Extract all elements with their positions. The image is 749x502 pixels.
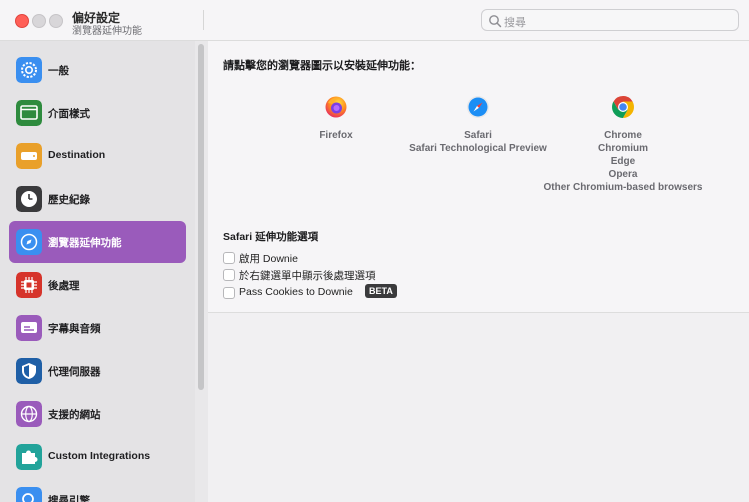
sidebar-item-label: 一般 (48, 65, 69, 77)
preferences-window: 偏好設定 瀏覽器延伸功能 搜尋 一般 介面樣式 Destination 歷史紀錄… (0, 0, 749, 502)
chip-icon (16, 272, 42, 298)
pass-cookies-checkbox[interactable] (223, 287, 235, 299)
sidebar-item-supported-sites[interactable]: 支援的網站 (9, 393, 186, 435)
sidebar-item-history[interactable]: 歷史紀錄 (9, 178, 186, 220)
sidebar-item-search-engines[interactable]: 搜尋引擎 (9, 479, 186, 502)
context-menu-checkbox[interactable] (223, 269, 235, 281)
shield-icon (16, 358, 42, 384)
gear-icon (16, 57, 42, 83)
puzzle-icon (16, 444, 42, 470)
safari-name: Safari (464, 130, 492, 141)
sidebar: 一般 介面樣式 Destination 歷史紀錄 瀏覽器延伸功能 後處理 字幕與… (0, 41, 195, 502)
safari-option[interactable]: Safari Safari Technological Preview (404, 95, 552, 155)
sidebar-item-proxy[interactable]: 代理伺服器 (9, 350, 186, 392)
firefox-name: Firefox (319, 130, 353, 141)
firefox-icon (325, 96, 347, 118)
compass-icon (16, 229, 42, 255)
clock-icon (16, 186, 42, 212)
option-label: Pass Cookies to Downie (239, 286, 353, 298)
sidebar-item-label: 搜尋引擎 (48, 495, 90, 502)
sidebar-item-label: 字幕與音頻 (48, 323, 101, 335)
safari-icon (467, 96, 489, 118)
sidebar-item-post-processing[interactable]: 後處理 (9, 264, 186, 306)
opera-name: Opera (608, 169, 638, 180)
sidebar-item-label: 後處理 (48, 280, 80, 292)
beta-badge: BETA (365, 284, 397, 298)
zoom-window-button[interactable] (49, 14, 63, 28)
install-extension-heading: 請點擊您的瀏覽器圖示以安裝延伸功能： (223, 60, 421, 72)
search-placeholder: 搜尋 (504, 17, 526, 29)
window-icon (16, 100, 42, 126)
globe-icon (16, 401, 42, 427)
safari-tp-name: Safari Technological Preview (409, 143, 547, 154)
sidebar-item-appearance[interactable]: 介面樣式 (9, 92, 186, 134)
enable-downie-checkbox[interactable] (223, 252, 235, 264)
sidebar-item-general[interactable]: 一般 (9, 49, 186, 91)
close-window-button[interactable] (15, 14, 29, 28)
option-label: 於右鍵選單中顯示後處理選項 (239, 270, 376, 282)
search-icon (489, 15, 502, 28)
title-separator (203, 10, 204, 30)
title-bar: 偏好設定 瀏覽器延伸功能 搜尋 (0, 0, 749, 41)
subtitles-icon (16, 315, 42, 341)
sidebar-item-label: 代理伺服器 (48, 366, 101, 378)
sidebar-item-label: 歷史紀錄 (48, 194, 90, 206)
search-field[interactable]: 搜尋 (481, 9, 739, 31)
window-subtitle: 瀏覽器延伸功能 (72, 26, 142, 37)
sidebar-item-label: 介面樣式 (48, 108, 90, 120)
sidebar-item-label: Custom Integrations (48, 450, 151, 462)
main-content: 請點擊您的瀏覽器圖示以安裝延伸功能： Firefox Safari Safari… (208, 41, 749, 502)
sidebar-item-label: Destination (48, 149, 106, 161)
extensions-panel: 請點擊您的瀏覽器圖示以安裝延伸功能： Firefox Safari Safari… (208, 41, 749, 313)
chrome-icon (612, 96, 634, 118)
sidebar-item-destination[interactable]: Destination (9, 135, 186, 177)
option-label: 啟用 Downie (239, 253, 298, 265)
safari-options-heading: Safari 延伸功能選項 (223, 231, 319, 243)
sidebar-item-custom-integrations[interactable]: Custom Integrations (9, 436, 186, 478)
sidebar-item-subtitles-audio[interactable]: 字幕與音頻 (9, 307, 186, 349)
sidebar-item-label: 瀏覽器延伸功能 (48, 237, 122, 249)
drive-icon (16, 143, 42, 169)
other-chromium-name: Other Chromium-based browsers (543, 182, 703, 193)
sidebar-item-browser-extensions[interactable]: 瀏覽器延伸功能 (9, 221, 186, 263)
chrome-name: Chrome (604, 130, 642, 141)
edge-name: Edge (610, 156, 636, 167)
chrome-option[interactable]: Chrome Chromium Edge Opera Other Chromiu… (534, 95, 712, 194)
sidebar-scrollbar[interactable] (198, 44, 204, 390)
firefox-option[interactable]: Firefox (312, 95, 360, 142)
search-icon (16, 487, 42, 502)
minimize-window-button[interactable] (32, 14, 46, 28)
chromium-name: Chromium (598, 143, 648, 154)
sidebar-item-label: 支援的網站 (48, 409, 101, 421)
